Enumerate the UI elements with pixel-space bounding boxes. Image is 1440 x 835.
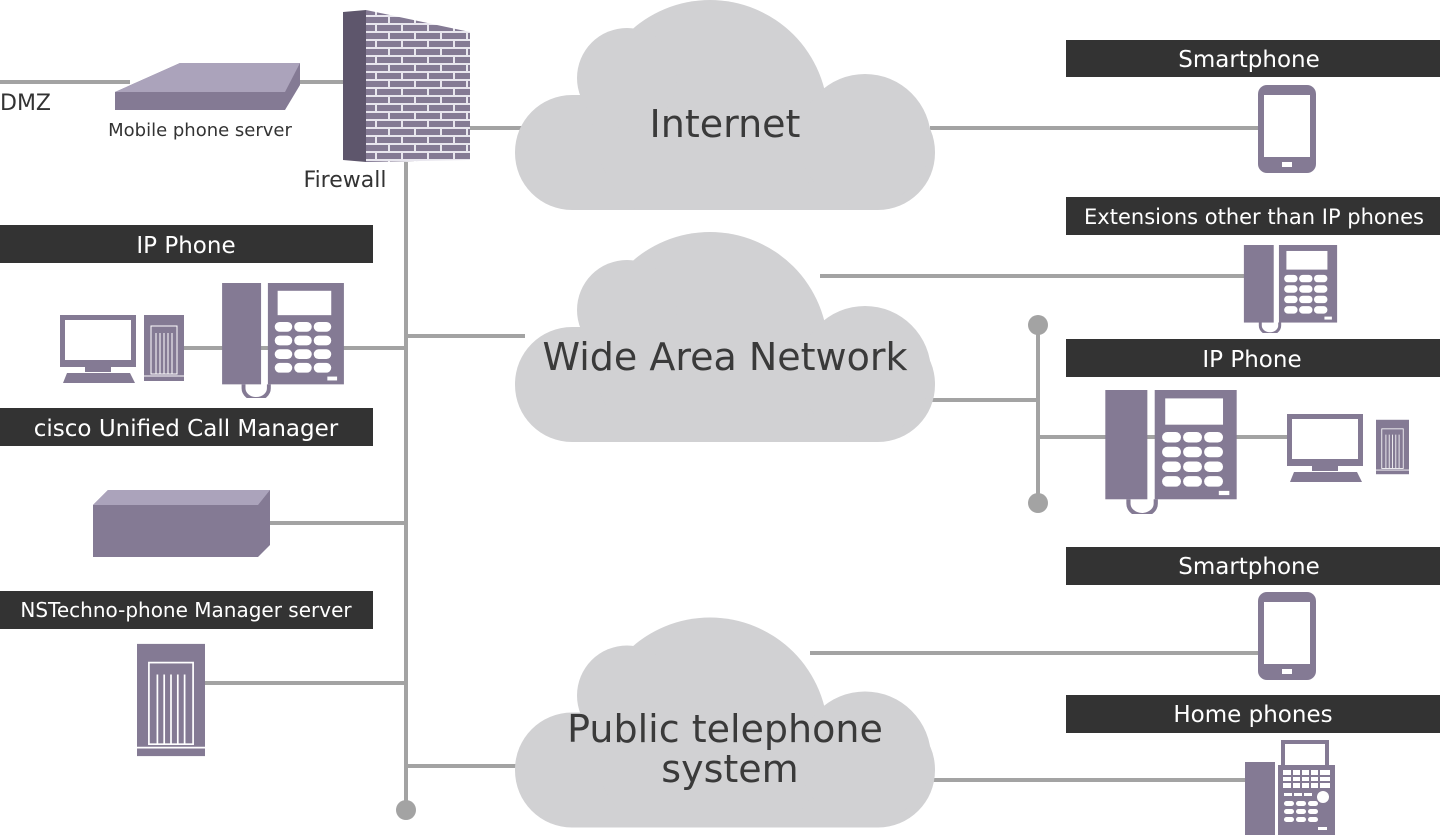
bus-end-dot: [1028, 315, 1048, 335]
wan-label: Wide Area Network: [542, 335, 907, 379]
smartphone-label-bottom: Smartphone: [1178, 554, 1320, 580]
tower-server-icon: [137, 643, 205, 757]
internet-label: Internet: [650, 102, 801, 146]
cloud-internet: Internet: [515, 0, 935, 236]
smartphone-icon: [1258, 592, 1316, 680]
smartphone-icon: [1258, 85, 1316, 173]
monitor-icon: [60, 315, 136, 383]
tower-pc-icon: [1376, 419, 1409, 475]
bus-end-dot: [1028, 493, 1048, 513]
firewall-icon: [343, 10, 470, 162]
ip-phone-label-right: IP Phone: [1202, 347, 1301, 373]
network-diagram: DMZ Mobile phone server Firewall Interne…: [0, 0, 1440, 835]
extensions-label: Extensions other than IP phones: [1084, 205, 1424, 229]
dmz-label: DMZ: [0, 91, 51, 116]
mobile-server-label: Mobile phone server: [108, 120, 292, 141]
cloud-pstn: Public telephone system: [515, 618, 935, 835]
fax-phone-icon: [1245, 740, 1335, 835]
nstechno-label: NSTechno-phone Manager server: [20, 598, 352, 622]
tower-pc-icon: [144, 315, 184, 381]
pstn-label-line1: Public telephone: [567, 707, 883, 751]
monitor-icon: [1287, 414, 1363, 482]
call-manager-label: cisco Unified Call Manager: [34, 416, 339, 442]
desk-phone-icon: [1105, 390, 1236, 515]
server-icon: [115, 63, 300, 110]
pstn-label-line2: system: [661, 747, 798, 791]
smartphone-label-top: Smartphone: [1178, 47, 1320, 73]
bus-end-dot: [396, 800, 416, 820]
ip-phone-label-left: IP Phone: [136, 233, 235, 259]
firewall-label: Firewall: [304, 168, 387, 193]
home-phones-label: Home phones: [1173, 702, 1332, 728]
cloud-wan: Wide Area Network: [515, 232, 935, 468]
desk-phone-icon: [222, 283, 344, 398]
server-icon: [93, 490, 270, 557]
desk-phone-icon: [1243, 245, 1338, 333]
